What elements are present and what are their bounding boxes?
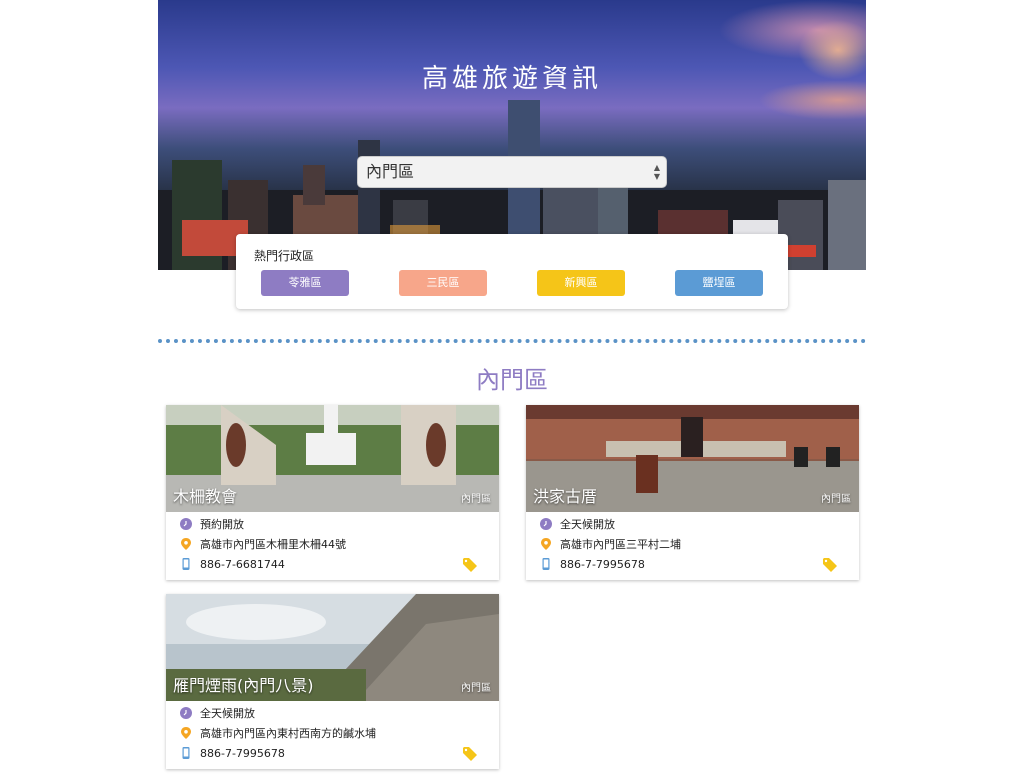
spot-card[interactable]: 雁門煙雨(內門八景) 內門區 全天候開放 高雄市內門區內東村西南方的鹹水埔 88… bbox=[166, 594, 499, 769]
hero-banner: 高雄旅遊資訊 內門區 ▲ ▼ bbox=[158, 0, 866, 270]
spot-address-row: 高雄市內門區內東村西南方的鹹水埔 bbox=[180, 727, 376, 741]
spot-district: 內門區 bbox=[461, 494, 491, 505]
spot-open-hours: 預約開放 bbox=[200, 518, 244, 531]
hot-districts-title: 熱門行政區 bbox=[254, 249, 315, 263]
phone-icon bbox=[542, 558, 550, 570]
tag-icon[interactable] bbox=[463, 747, 477, 761]
spot-address: 高雄市內門區木柵里木柵44號 bbox=[200, 538, 346, 551]
phone-icon bbox=[182, 558, 190, 570]
spot-photo: 木柵教會 內門區 bbox=[166, 405, 499, 512]
spot-open-hours: 全天候開放 bbox=[560, 518, 615, 531]
spot-card[interactable]: 木柵教會 內門區 預約開放 高雄市內門區木柵里木柵44號 886-7-66817… bbox=[166, 405, 499, 580]
district-button-sanmin[interactable]: 三民區 bbox=[399, 270, 487, 296]
spot-address: 高雄市內門區三平村二埔 bbox=[560, 538, 681, 551]
spot-phone: 886-7-6681744 bbox=[200, 558, 285, 571]
tag-icon[interactable] bbox=[463, 558, 477, 572]
spot-name: 雁門煙雨(內門八景) bbox=[173, 676, 314, 695]
district-button-lingya[interactable]: 苓雅區 bbox=[261, 270, 349, 296]
spot-phone: 886-7-7995678 bbox=[560, 558, 645, 571]
district-select-value: 內門區 bbox=[366, 162, 415, 181]
spot-photo: 洪家古厝 內門區 bbox=[526, 405, 859, 512]
spot-card[interactable]: 洪家古厝 內門區 全天候開放 高雄市內門區三平村二埔 886-7-7995678 bbox=[526, 405, 859, 580]
page-title: 高雄旅遊資訊 bbox=[421, 64, 602, 94]
hot-districts-panel: 熱門行政區 苓雅區 三民區 新興區 鹽埕區 bbox=[236, 234, 788, 309]
spot-district: 內門區 bbox=[821, 494, 851, 505]
map-pin-icon bbox=[541, 538, 551, 550]
spot-photo: 雁門煙雨(內門八景) 內門區 bbox=[166, 594, 499, 701]
clock-icon bbox=[180, 707, 192, 719]
district-button-yancheng[interactable]: 鹽埕區 bbox=[675, 270, 763, 296]
spot-phone-row: 886-7-7995678 bbox=[180, 747, 285, 761]
spot-name: 木柵教會 bbox=[173, 487, 238, 506]
district-select[interactable]: 內門區 ▲ ▼ bbox=[357, 156, 667, 188]
map-pin-icon bbox=[181, 727, 191, 739]
spot-phone-row: 886-7-7995678 bbox=[540, 558, 645, 572]
spot-phone-row: 886-7-6681744 bbox=[180, 558, 285, 572]
spot-name: 洪家古厝 bbox=[533, 487, 598, 506]
tag-icon[interactable] bbox=[823, 558, 837, 572]
section-title: 內門區 bbox=[476, 366, 548, 394]
spot-phone: 886-7-7995678 bbox=[200, 747, 285, 760]
spot-open-hours: 全天候開放 bbox=[200, 707, 255, 720]
section-divider bbox=[158, 339, 866, 343]
district-button-xinxing[interactable]: 新興區 bbox=[537, 270, 625, 296]
phone-icon bbox=[182, 747, 190, 759]
spot-address: 高雄市內門區內東村西南方的鹹水埔 bbox=[200, 727, 376, 740]
spot-open-row: 全天候開放 bbox=[540, 518, 615, 532]
map-pin-icon bbox=[181, 538, 191, 550]
clock-icon bbox=[540, 518, 552, 530]
spot-open-row: 預約開放 bbox=[180, 518, 244, 532]
spot-district: 內門區 bbox=[461, 683, 491, 694]
select-arrows-icon: ▲ ▼ bbox=[653, 163, 660, 181]
clock-icon bbox=[180, 518, 192, 530]
spot-address-row: 高雄市內門區木柵里木柵44號 bbox=[180, 538, 346, 552]
spot-address-row: 高雄市內門區三平村二埔 bbox=[540, 538, 681, 552]
spot-open-row: 全天候開放 bbox=[180, 707, 255, 721]
